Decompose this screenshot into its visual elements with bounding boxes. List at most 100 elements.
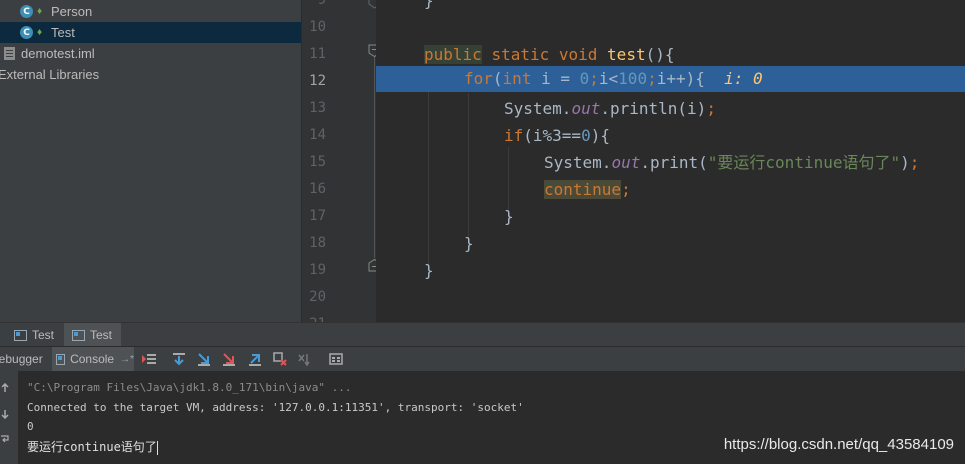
inline-debug-value: i: 0 [724, 69, 763, 88]
console-command-line: "C:\Program Files\Java\jdk1.8.0_171\bin\… [27, 381, 352, 394]
line-number: 16 [309, 181, 326, 197]
tab-label: Test [32, 328, 55, 342]
code-line-12-execution-point: for(int i = 0;i<100;i++){ i: 0 [376, 66, 965, 92]
code-text: ){ [590, 126, 610, 145]
tree-item-test[interactable]: C ♦ Test [0, 22, 301, 43]
project-tree: C ♦ Person C ♦ Test demotest.iml Externa… [0, 0, 301, 322]
code-line-19: } [376, 257, 965, 284]
step-into-icon[interactable] [196, 351, 212, 367]
run-config-icon [72, 329, 85, 341]
code-line-13: System.out.println(i); [376, 95, 965, 122]
tab-run-test-2[interactable]: Test [64, 323, 121, 347]
code-text: System. [544, 153, 612, 172]
console-output-line: 0 [27, 420, 34, 433]
number: 0 [579, 69, 590, 88]
keyword: continue [544, 180, 622, 199]
field: out [611, 153, 641, 172]
leaf-icon: ♦ [37, 26, 43, 38]
leaf-icon: ♦ [37, 5, 43, 17]
tab-label: Test [90, 328, 113, 342]
line-number: 17 [309, 208, 326, 224]
evaluate-expression-icon[interactable] [328, 351, 344, 367]
line-number: 9 [317, 0, 326, 8]
brace: } [424, 261, 434, 280]
class-icon: C [20, 5, 33, 18]
line-number: 18 [309, 235, 326, 251]
watermark: https://blog.csdn.net/qq_43584109 [723, 436, 954, 453]
class-icon: C [20, 26, 33, 39]
punct: ; [621, 180, 631, 199]
line-number: 11 [309, 46, 326, 62]
number: 100 [618, 69, 648, 88]
code-line-18: } [376, 230, 965, 257]
step-out-icon[interactable] [247, 351, 263, 367]
line-number: 13 [309, 100, 326, 116]
debugger-toolbar: Debugger Console →* [0, 346, 965, 372]
tab-label: Debugger [0, 352, 43, 366]
line-number: 10 [309, 19, 326, 35]
line-number: 12 [309, 73, 326, 89]
code-text: i< [598, 69, 619, 88]
down-arrow-icon[interactable] [0, 409, 10, 419]
string-literal: "要运行continue语句了" [707, 153, 901, 172]
code-line-14: if(i%3==0){ [376, 122, 965, 149]
punct: ; [589, 69, 599, 88]
run-to-cursor-icon[interactable] [297, 351, 313, 367]
show-execution-point-icon[interactable] [141, 351, 157, 367]
code-line-9: } [424, 0, 434, 10]
tab-run-test-1[interactable]: Test [14, 323, 62, 347]
tree-item-demotest-iml[interactable]: demotest.iml [0, 43, 301, 64]
keyword: for [464, 69, 493, 88]
code-text: i++){ [656, 69, 705, 88]
file-icon [4, 47, 15, 60]
brace: } [464, 234, 474, 253]
line-number: 20 [309, 289, 326, 305]
code-text: i = [531, 69, 580, 88]
code-text: .println(i) [600, 99, 707, 118]
brace: } [504, 207, 514, 226]
console-icon [56, 353, 66, 365]
soft-wrap-icon[interactable] [0, 434, 10, 444]
tree-item-label: demotest.iml [21, 46, 95, 61]
number: 0 [581, 126, 591, 145]
method-name: test [607, 45, 646, 64]
code-text: .print( [640, 153, 708, 172]
drop-frame-icon[interactable] [272, 351, 288, 367]
line-number: 15 [309, 154, 326, 170]
line-number: 19 [309, 262, 326, 278]
step-over-icon[interactable] [171, 351, 187, 367]
tab-console[interactable]: Console →* [52, 347, 134, 371]
punct: ( [492, 69, 503, 88]
punct: (){ [645, 45, 675, 64]
code-line-11: public static void test(){ [376, 41, 965, 68]
tree-item-person[interactable]: C ♦ Person [0, 1, 301, 22]
pin-tab-icon[interactable]: →* [120, 354, 134, 365]
keyword: int [502, 69, 532, 88]
code-line-17: } [376, 203, 965, 230]
tree-item-label: Test [51, 25, 75, 40]
code-line-16: continue; [376, 176, 965, 203]
tab-label: Console [70, 352, 115, 366]
run-config-icon [14, 329, 27, 341]
keyword: public [424, 45, 482, 64]
up-arrow-icon[interactable] [0, 383, 10, 393]
tree-item-external-libraries[interactable]: External Libraries [0, 64, 301, 85]
code-editor[interactable]: } public static void test(){ for(int i =… [376, 0, 965, 322]
console-side-toolbar [0, 371, 18, 464]
fold-guide [374, 57, 375, 258]
console-output-line: 要运行continue语句了 [27, 438, 158, 455]
editor-gutter: 9 10 11 12 13 14 15 16 17 18 19 20 21 [301, 0, 381, 332]
tree-item-label: Person [51, 4, 93, 19]
punct: ; [647, 69, 657, 88]
punct: ; [706, 99, 716, 118]
force-step-into-icon[interactable] [221, 351, 237, 367]
text-cursor [156, 440, 158, 455]
code-text: ) [900, 153, 910, 172]
code-text: System. [504, 99, 572, 118]
punct: ; [909, 153, 920, 172]
field: out [571, 99, 601, 118]
tree-item-label: External Libraries [0, 67, 100, 82]
keyword: if [504, 126, 524, 145]
tab-debugger[interactable]: Debugger [0, 347, 50, 371]
code-text: (i%3== [523, 126, 582, 145]
